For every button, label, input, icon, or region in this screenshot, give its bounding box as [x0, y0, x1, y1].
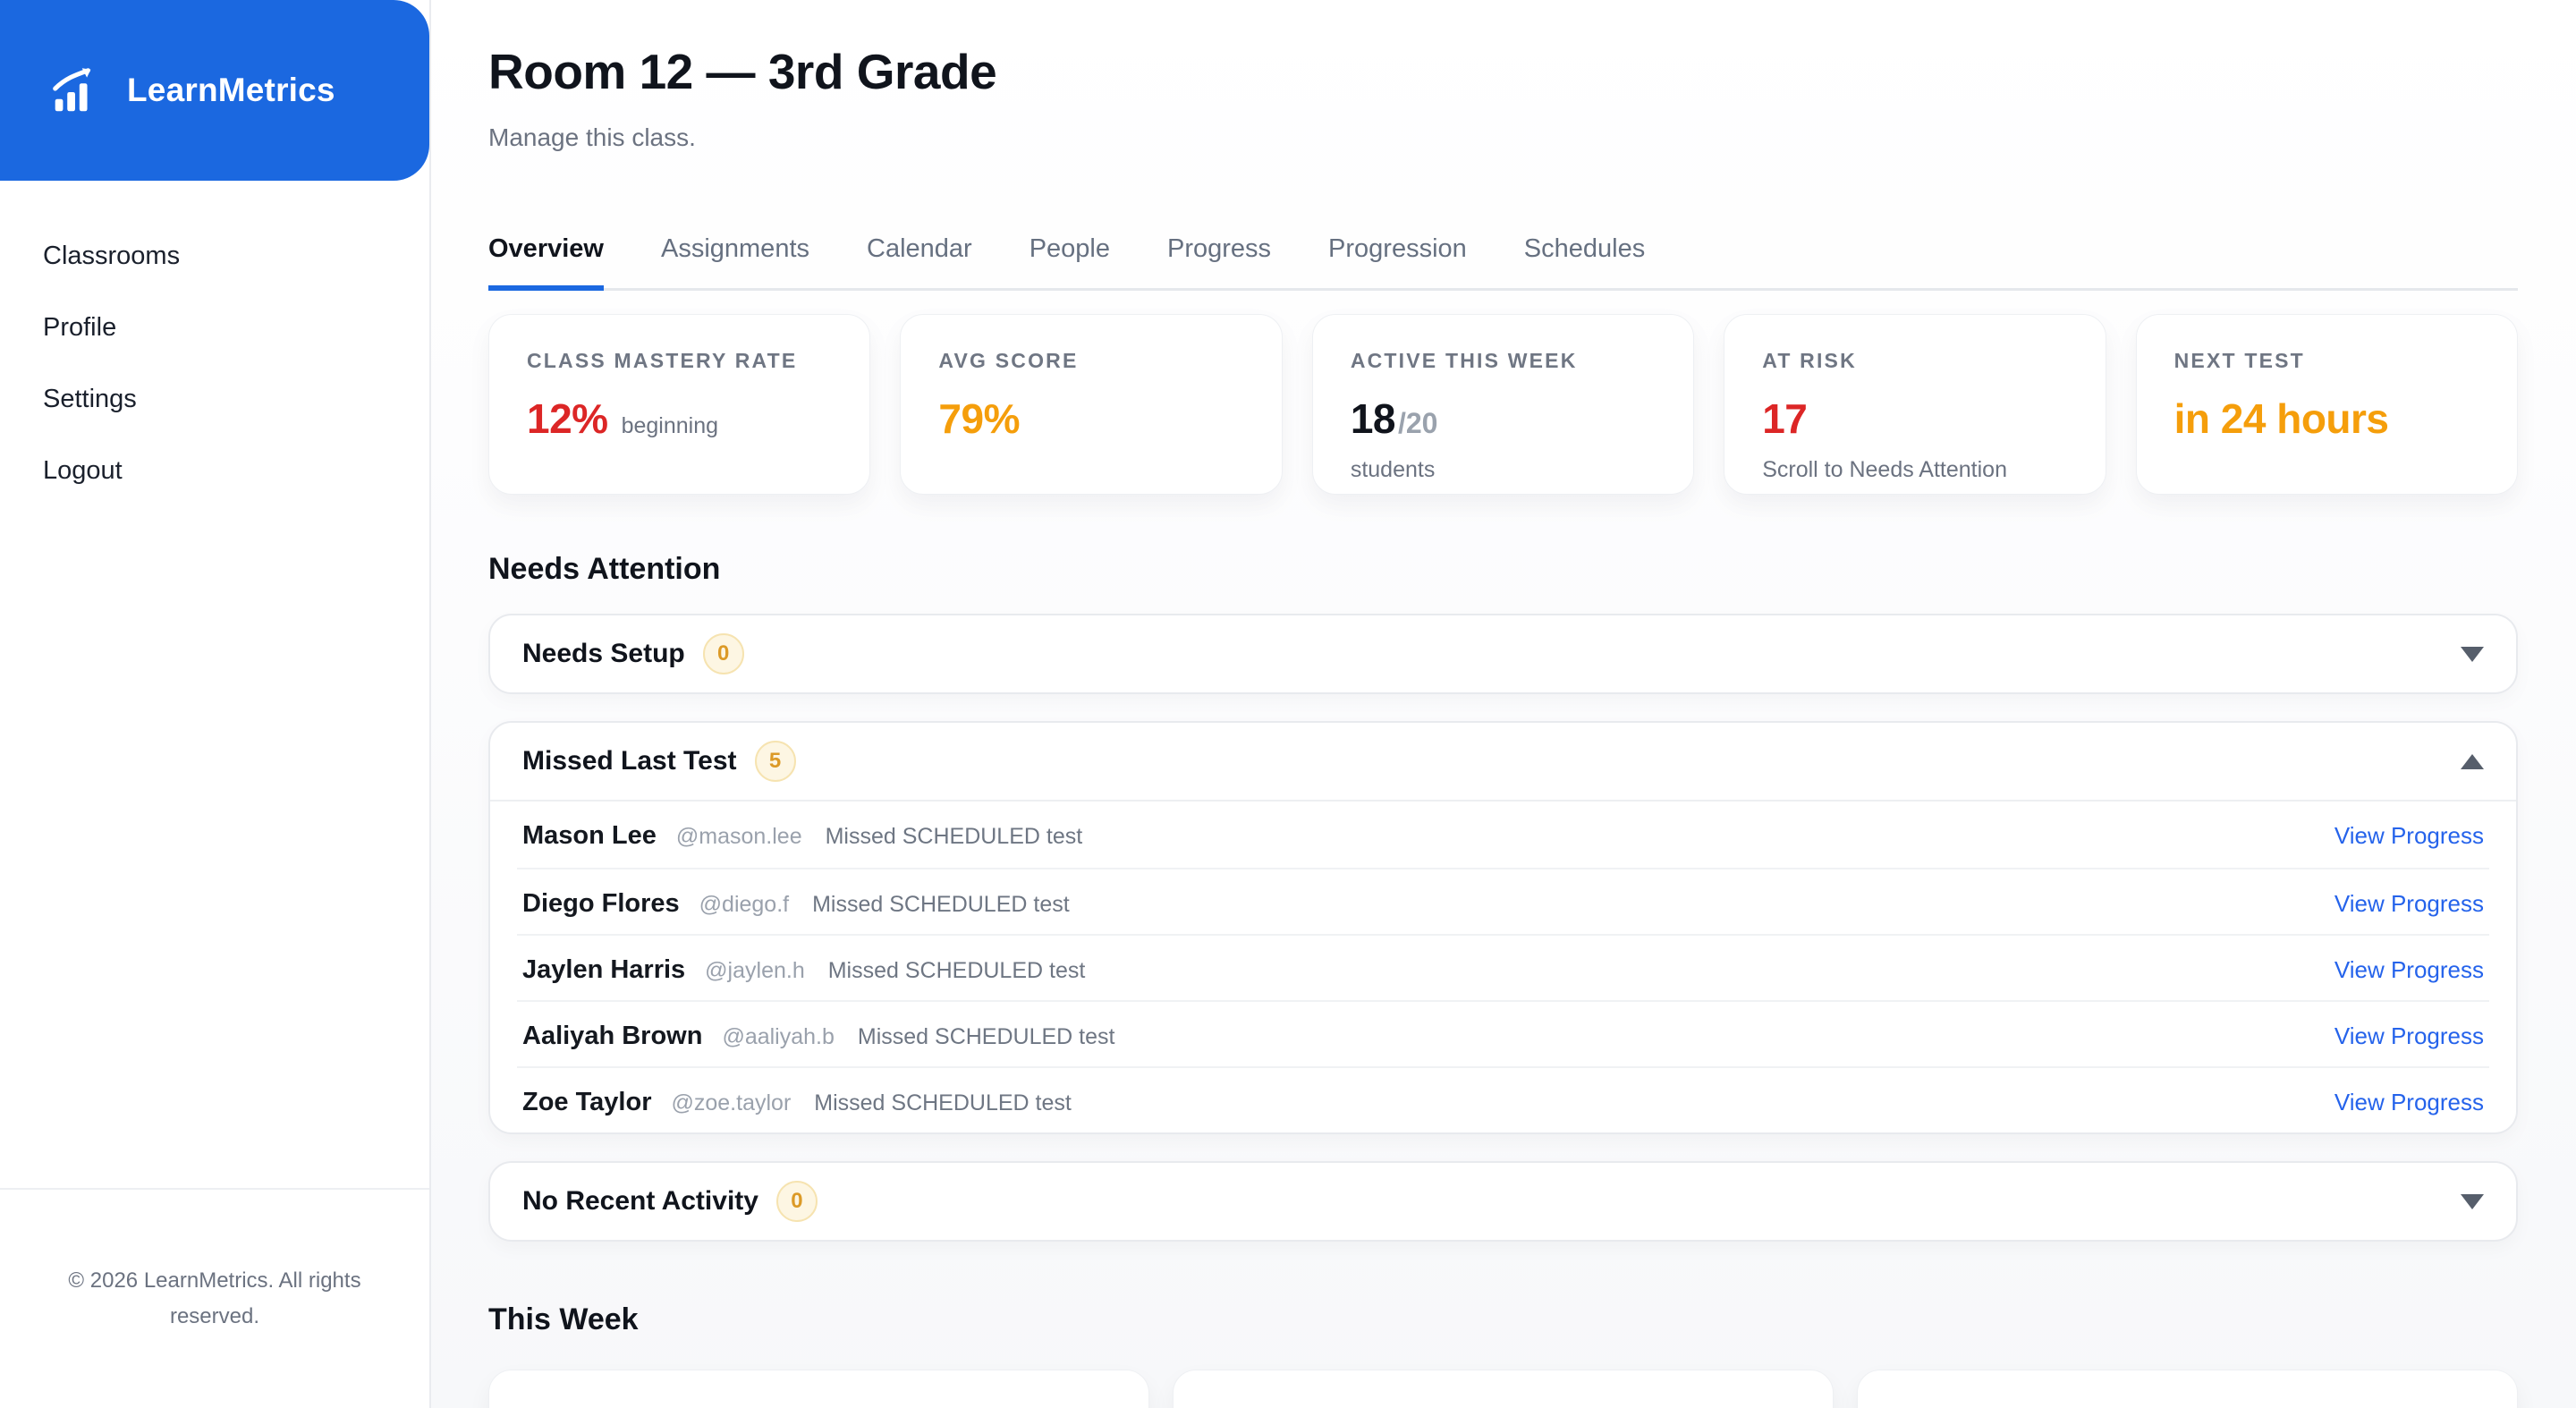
chevron-down-icon[interactable]	[2461, 646, 2484, 662]
sidebar-item-logout[interactable]: Logout	[0, 435, 429, 506]
stat-card-at-risk: AT RISK 17 Scroll to Needs Attention	[1724, 314, 2106, 495]
stat-label: AVG SCORE	[938, 349, 1079, 372]
stat-inline-sub: beginning	[621, 413, 719, 438]
count-badge: 5	[754, 741, 796, 782]
student-name: Zoe Taylor	[522, 1088, 652, 1116]
stat-sub: students	[1350, 457, 1436, 482]
logo-chart-icon	[47, 63, 102, 118]
stat-card-next-test: NEXT TEST in 24 hours	[2135, 314, 2519, 495]
student-status: Missed SCHEDULED test	[827, 958, 1086, 983]
tab-people[interactable]: People	[1030, 234, 1110, 288]
view-progress-link[interactable]: View Progress	[2334, 956, 2484, 984]
view-progress-link[interactable]: View Progress	[2334, 822, 2484, 850]
stat-value: 18	[1350, 395, 1396, 442]
stat-card-avg-score: AVG SCORE 79%	[900, 314, 1283, 495]
student-row: Jaylen Harris @jaylen.h Missed SCHEDULED…	[517, 934, 2489, 1000]
stat-label: NEXT TEST	[2174, 349, 2305, 372]
this-week-card-row: Level Distribution Completion Distributi…	[488, 1370, 2518, 1408]
chevron-up-icon[interactable]	[2461, 753, 2484, 769]
main-content: Room 12 — 3rd Grade Manage this class. O…	[431, 0, 2576, 1408]
this-week-heading: This Week	[488, 1302, 639, 1336]
brand-header: LearnMetrics	[0, 0, 429, 181]
stat-value: 12%	[527, 395, 608, 442]
student-handle: @zoe.taylor	[671, 1090, 792, 1115]
student-status: Missed SCHEDULED test	[814, 1090, 1072, 1115]
student-status: Missed SCHEDULED test	[812, 892, 1070, 917]
student-list: Mason Lee @mason.lee Missed SCHEDULED te…	[490, 800, 2516, 1132]
student-status: Missed SCHEDULED test	[857, 1024, 1115, 1049]
group-title: Needs Setup	[522, 639, 685, 668]
stat-sub: Scroll to Needs Attention	[1762, 457, 2007, 482]
week-card-1: Level Distribution	[488, 1370, 1149, 1408]
stat-card-mastery: CLASS MASTERY RATE 12% beginning	[488, 314, 871, 495]
tab-progression[interactable]: Progression	[1328, 234, 1467, 288]
stat-value-denominator: /20	[1397, 407, 1438, 439]
count-badge: 0	[702, 633, 744, 674]
stat-value: 79%	[938, 395, 1020, 442]
group-title: Missed Last Test	[522, 746, 737, 776]
student-name: Aaliyah Brown	[522, 1022, 703, 1050]
student-name: Diego Flores	[522, 889, 680, 918]
stat-label: AT RISK	[1762, 349, 1857, 372]
group-missed-last-test: Missed Last Test 5 Mason Lee @mason.lee …	[488, 721, 2518, 1134]
week-card-3	[1857, 1370, 2518, 1408]
stat-value: 17	[1762, 395, 1808, 442]
sidebar-item-classrooms[interactable]: Classrooms	[0, 220, 429, 292]
needs-attention-heading: Needs Attention	[488, 552, 721, 586]
group-title: No Recent Activity	[522, 1186, 758, 1216]
student-handle: @aaliyah.b	[722, 1024, 835, 1049]
count-badge: 0	[775, 1181, 818, 1222]
group-no-recent-activity: No Recent Activity 0	[488, 1161, 2518, 1242]
student-name: Jaylen Harris	[522, 955, 686, 984]
page-subtitle: Manage this class.	[488, 123, 696, 151]
stat-card-row: CLASS MASTERY RATE 12% beginning AVG SCO…	[488, 314, 2519, 495]
chevron-down-icon[interactable]	[2461, 1193, 2484, 1209]
page-title: Room 12 — 3rd Grade	[488, 44, 997, 99]
stat-card-active: ACTIVE THIS WEEK 18 /20 students	[1311, 314, 1695, 495]
tab-progress[interactable]: Progress	[1167, 234, 1271, 288]
group-no-recent-activity-header[interactable]: No Recent Activity 0	[490, 1163, 2516, 1240]
stat-label: CLASS MASTERY RATE	[527, 349, 798, 372]
brand-name: LearnMetrics	[127, 72, 335, 108]
sidebar-item-settings[interactable]: Settings	[0, 363, 429, 435]
group-needs-setup-header[interactable]: Needs Setup 0	[490, 615, 2516, 692]
student-row: Mason Lee @mason.lee Missed SCHEDULED te…	[517, 802, 2489, 868]
tab-schedules[interactable]: Schedules	[1524, 234, 1645, 288]
copyright-text: © 2026 LearnMetrics. All rights reserved…	[0, 1188, 429, 1408]
student-handle: @jaylen.h	[705, 958, 805, 983]
sidebar: LearnMetrics Classrooms Profile Settings…	[0, 0, 431, 1408]
tab-assignments[interactable]: Assignments	[661, 234, 809, 288]
student-row: Diego Flores @diego.f Missed SCHEDULED t…	[517, 868, 2489, 934]
sidebar-nav: Classrooms Profile Settings Logout	[0, 220, 429, 506]
group-needs-setup: Needs Setup 0	[488, 614, 2518, 694]
app-root: LearnMetrics Classrooms Profile Settings…	[0, 0, 2576, 1408]
student-name: Mason Lee	[522, 821, 657, 850]
tab-overview[interactable]: Overview	[488, 234, 604, 291]
stat-value: in 24 hours	[2174, 395, 2389, 442]
tab-bar: Overview Assignments Calendar People Pro…	[488, 234, 2518, 291]
group-missed-last-test-header[interactable]: Missed Last Test 5	[490, 723, 2516, 800]
week-card-2: Completion Distribution	[1173, 1370, 1834, 1408]
student-row: Zoe Taylor @zoe.taylor Missed SCHEDULED …	[517, 1066, 2489, 1132]
student-status: Missed SCHEDULED test	[825, 824, 1083, 849]
student-handle: @diego.f	[699, 892, 790, 917]
tab-calendar[interactable]: Calendar	[867, 234, 972, 288]
student-handle: @mason.lee	[675, 824, 802, 849]
view-progress-link[interactable]: View Progress	[2334, 1022, 2484, 1050]
stat-label: ACTIVE THIS WEEK	[1350, 349, 1578, 372]
student-row: Aaliyah Brown @aaliyah.b Missed SCHEDULE…	[517, 1000, 2489, 1066]
sidebar-item-profile[interactable]: Profile	[0, 292, 429, 363]
view-progress-link[interactable]: View Progress	[2334, 1089, 2484, 1116]
view-progress-link[interactable]: View Progress	[2334, 890, 2484, 918]
